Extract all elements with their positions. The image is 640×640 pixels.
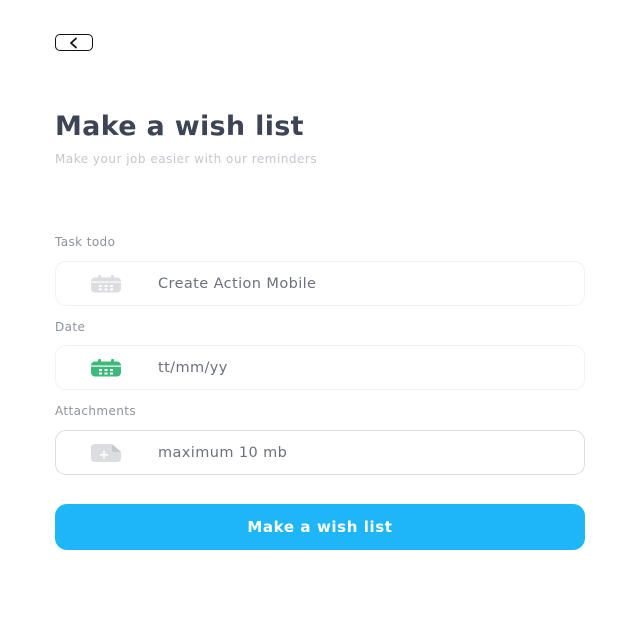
attachments-label: Attachments [55,404,136,418]
page-subtitle: Make your job easier with our reminders [55,152,318,166]
attachments-input[interactable]: maximum 10 mb [158,445,287,461]
back-button[interactable] [55,34,93,51]
calendar-icon [91,274,121,294]
task-label: Task todo [55,235,116,249]
page-title: Make a wish list [55,111,304,142]
date-input[interactable]: tt/mm/yy [158,360,228,376]
attachments-field[interactable]: maximum 10 mb [55,430,585,475]
task-field[interactable]: Create Action Mobile [55,261,585,306]
make-wish-list-button[interactable]: Make a wish list [55,504,585,550]
add-file-icon [91,443,121,463]
date-label: Date [55,320,86,334]
calendar-icon [91,358,121,378]
wish-list-screen: Make a wish list Make your job easier wi… [0,0,640,640]
task-input[interactable]: Create Action Mobile [158,276,316,292]
chevron-left-icon [68,37,80,49]
date-field[interactable]: tt/mm/yy [55,345,585,390]
